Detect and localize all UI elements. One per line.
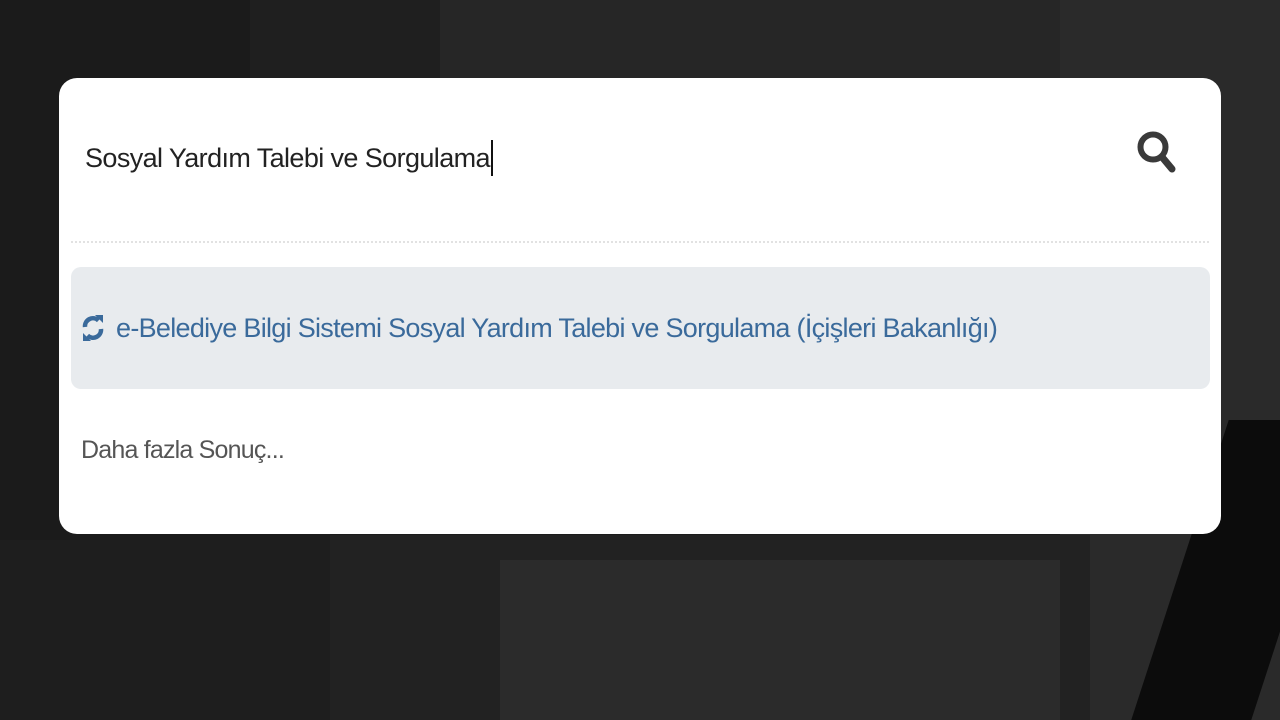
- refresh-icon: [82, 310, 104, 346]
- text-caret: [490, 140, 493, 176]
- search-input-text: Sosyal Yardım Talebi ve Sorgulama: [85, 142, 491, 173]
- more-results-link[interactable]: Daha fazla Sonuç...: [81, 436, 285, 465]
- search-button[interactable]: [1127, 118, 1187, 188]
- backdrop-shape: [250, 0, 440, 80]
- search-panel: Sosyal Yardım Talebi ve Sorgulama e-Bele…: [59, 78, 1221, 534]
- search-result-item[interactable]: e-Belediye Bilgi Sistemi Sosyal Yardım T…: [71, 267, 1210, 389]
- backdrop-shape: [0, 540, 330, 720]
- divider: [71, 241, 1209, 243]
- search-icon: [1137, 131, 1176, 173]
- backdrop-shape: [500, 560, 1060, 720]
- backdrop-shape: [440, 0, 1060, 80]
- search-input[interactable]: Sosyal Yardım Talebi ve Sorgulama: [85, 133, 1115, 183]
- search-result-label: e-Belediye Bilgi Sistemi Sosyal Yardım T…: [116, 312, 998, 343]
- search-row: Sosyal Yardım Talebi ve Sorgulama: [59, 78, 1221, 241]
